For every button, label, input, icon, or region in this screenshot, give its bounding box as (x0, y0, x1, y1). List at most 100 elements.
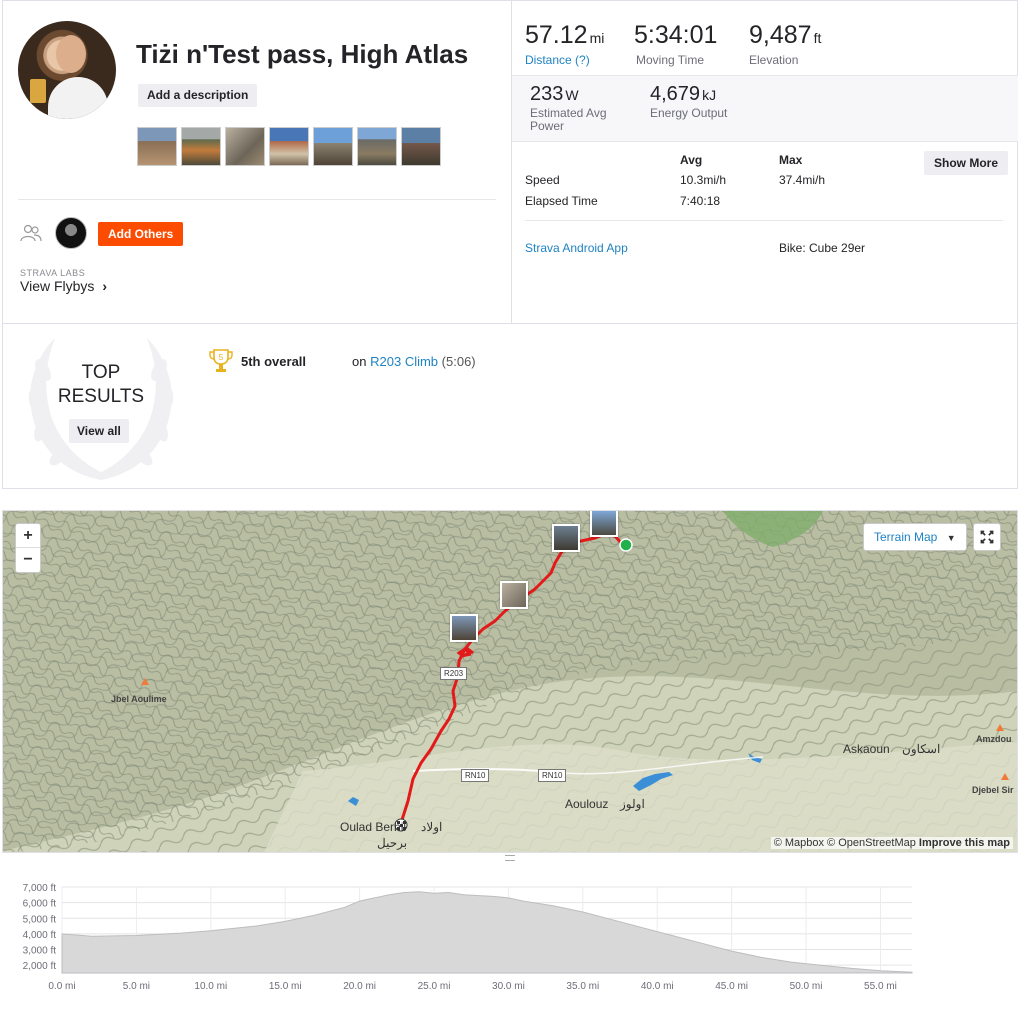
improve-map-link[interactable]: Improve this map (919, 837, 1010, 849)
avatar-shirt (48, 77, 108, 119)
speed-label: Speed (525, 173, 560, 187)
photo-thumbnail[interactable] (269, 127, 309, 166)
y-tick-label: 3,000 ft (23, 946, 57, 957)
place-amzdou: Amzdou (976, 734, 1012, 744)
x-tick-label: 55.0 mi (864, 981, 897, 992)
activity-header: Tiżi n'Test pass, High Atlas Add a descr… (3, 1, 511, 323)
view-all-button[interactable]: View all (69, 419, 129, 443)
strava-labs-label: STRAVA LABS (20, 268, 86, 278)
add-others-button[interactable]: Add Others (98, 222, 184, 246)
zoom-in-button[interactable]: + (16, 524, 40, 548)
chevron-right-icon: › (102, 278, 107, 294)
segment-result: 5th overall on R203 Climb (5:06) (241, 354, 476, 369)
terrain-layer (3, 511, 1017, 852)
x-tick-label: 20.0 mi (343, 981, 376, 992)
distance-help-link[interactable]: Distance (?) (525, 53, 590, 67)
elapsed-time-label: Elapsed Time (525, 194, 598, 208)
x-tick-label: 15.0 mi (269, 981, 302, 992)
top-results-card: TOP RESULTS View all 5 5th overall on R20… (2, 323, 1018, 489)
map-attribution: © Mapbox © OpenStreetMap Improve this ma… (770, 837, 1013, 849)
map-photo-marker[interactable] (552, 524, 580, 552)
power-label-line2: Power (530, 119, 565, 133)
segment-link[interactable]: R203 Climb (370, 354, 438, 369)
attribution-text[interactable]: © Mapbox © OpenStreetMap (774, 837, 916, 849)
x-tick-label: 25.0 mi (418, 981, 451, 992)
photo-thumbnail[interactable] (401, 127, 441, 166)
avatar-glass (30, 79, 46, 103)
place-oulad-berhil: Oulad Berhil (340, 820, 407, 834)
energy-value: 4,679 kJ (650, 83, 716, 106)
elevation-area[interactable] (61, 891, 913, 974)
athlete-avatar[interactable] (18, 21, 116, 119)
divider (18, 199, 496, 200)
elevation-value: 9,487 ft (749, 21, 821, 50)
result-on: on (352, 354, 367, 369)
x-tick-label: 10.0 mi (194, 981, 227, 992)
resize-handle[interactable] (505, 855, 515, 861)
speed-avg: 10.3mi/h (680, 173, 727, 187)
view-flybys-link[interactable]: View Flybys › (20, 278, 107, 294)
segment-time: (5:06) (441, 354, 476, 369)
y-tick-label: 6,000 ft (23, 899, 57, 910)
map-photo-marker[interactable] (590, 511, 618, 537)
x-tick-label: 35.0 mi (566, 981, 599, 992)
moving-time-value: 5:34:01 (634, 21, 718, 49)
map-photo-marker[interactable] (500, 581, 528, 609)
divider (512, 75, 1018, 76)
map-photo-marker[interactable] (450, 614, 478, 642)
route-start-marker[interactable] (619, 538, 633, 552)
place-askaoun-arabic: اسكاون (902, 742, 941, 756)
trophy-icon: 5 (209, 349, 233, 372)
moving-time-label: Moving Time (636, 53, 705, 67)
activity-title: Tiżi n'Test pass, High Atlas (136, 39, 469, 69)
x-tick-label: 40.0 mi (641, 981, 674, 992)
divider (525, 220, 1003, 221)
group-icon (20, 224, 42, 242)
elevation-unit: ft (813, 30, 822, 46)
photo-thumbnail[interactable] (181, 127, 221, 166)
y-tick-label: 5,000 ft (23, 914, 57, 925)
elevation-chart[interactable]: 7,000 ft 6,000 ft 5,000 ft 4,000 ft 3,000 ft… (0, 862, 1024, 1014)
zoom-control: + − (15, 523, 41, 573)
trophy-rank: 5 (219, 353, 224, 362)
x-tick-label: 45.0 mi (715, 981, 748, 992)
route-map[interactable]: R203 RN10 RN10 Jbel Aoulime Askaoun اسكا… (2, 510, 1018, 853)
add-description-button[interactable]: Add a description (138, 84, 258, 107)
x-tick-label: 30.0 mi (492, 981, 525, 992)
show-more-button[interactable]: Show More (924, 151, 1009, 175)
distance-value: 57.12 mi (525, 21, 604, 50)
energy-unit: kJ (702, 87, 717, 103)
photo-thumbnail[interactable] (137, 127, 177, 166)
place-aoulouz-arabic: اولوز (620, 797, 645, 811)
place-oulad-arabic: اولاد (421, 820, 443, 834)
place-djebel-sir: Djebel Sir (972, 785, 1014, 795)
x-tick-label: 0.0 mi (48, 981, 75, 992)
elevation-y-axis: 7,000 ft 6,000 ft 5,000 ft 4,000 ft 3,000 ft… (23, 883, 57, 972)
max-column-header: Max (779, 153, 803, 167)
fullscreen-button[interactable] (973, 523, 1001, 551)
activity-summary-card: Tiżi n'Test pass, High Atlas Add a descr… (2, 0, 1018, 324)
elevation-number: 9,487 (749, 21, 812, 49)
power-label-line1: Estimated Avg (530, 106, 607, 120)
road-shield-rn10: RN10 (538, 769, 567, 782)
elevation-area-group (61, 891, 913, 974)
photo-thumbnail[interactable] (225, 127, 265, 166)
photo-strip (137, 127, 441, 166)
zoom-out-button[interactable]: − (16, 548, 40, 572)
photo-thumbnail[interactable] (357, 127, 397, 166)
avatar-face (56, 35, 86, 73)
group-athlete-avatar[interactable] (55, 217, 87, 249)
top-results-heading: TOP RESULTS (31, 361, 171, 409)
place-berhil-arabic: برحيل (377, 836, 408, 850)
device-link[interactable]: Strava Android App (525, 241, 628, 255)
map-type-label: Terrain Map (874, 530, 938, 544)
road-shield-r203: R203 (440, 667, 468, 680)
caret-down-icon: ▼ (946, 533, 956, 543)
photo-thumbnail[interactable] (313, 127, 353, 166)
energy-number: 4,679 (650, 83, 701, 105)
distance-unit: mi (589, 30, 605, 46)
activity-stats: 57.12 mi Distance (?) 5:34:01 Moving Time… (511, 1, 1018, 323)
y-tick-label: 7,000 ft (23, 883, 57, 894)
map-type-select[interactable]: Terrain Map ▼ (863, 523, 967, 551)
speed-max: 37.4mi/h (779, 173, 826, 187)
